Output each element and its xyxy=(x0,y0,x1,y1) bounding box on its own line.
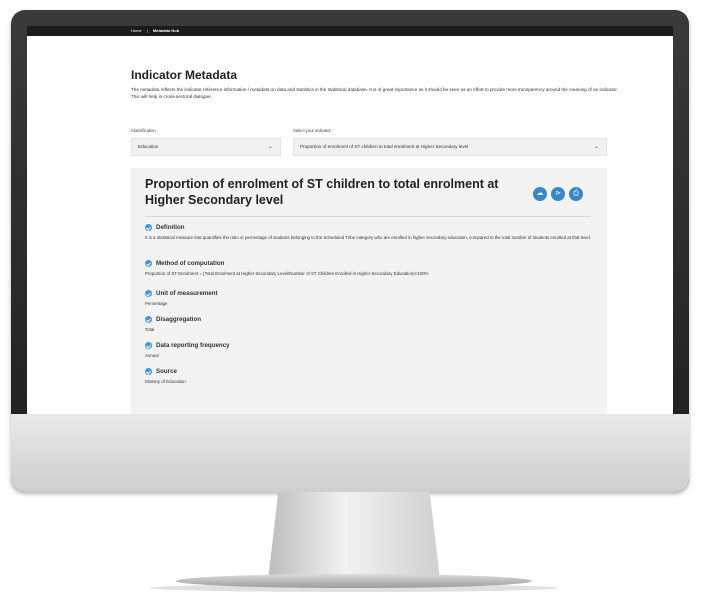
breadcrumb: Home | Metadata Hub xyxy=(131,26,183,36)
monitor-stand xyxy=(268,492,440,580)
breadcrumb-current: Metadata Hub xyxy=(152,28,180,33)
indicator-select[interactable]: Proportion of enrolment of ST children t… xyxy=(293,138,607,156)
screen: Home | Metadata Hub Indicator Metadata T… xyxy=(27,26,673,414)
divider xyxy=(145,216,591,217)
unit-text: Percentage xyxy=(145,301,168,306)
classification-label: Classification xyxy=(131,128,156,133)
disaggregation-heading: Disaggregation xyxy=(156,316,202,323)
chevron-down-icon: ⌄ xyxy=(593,144,599,150)
method-text: Proportion of ST Enrolment = (Total Enro… xyxy=(145,271,429,276)
chevron-down-icon: ⌄ xyxy=(267,144,273,150)
method-section: Method of computation Proportion of ST E… xyxy=(145,260,591,277)
page-title: Indicator Metadata xyxy=(131,68,238,82)
monitor: Home | Metadata Hub Indicator Metadata T… xyxy=(11,10,689,492)
check-circle-icon xyxy=(145,224,152,231)
source-text: Ministry of Education xyxy=(145,379,186,384)
breadcrumb-home[interactable]: Home xyxy=(131,28,142,33)
frequency-heading: Data reporting frequency xyxy=(156,342,230,349)
check-circle-icon xyxy=(145,290,152,297)
definition-text: It is a statistical measure that quantif… xyxy=(145,235,591,240)
disaggregation-text: Total xyxy=(145,327,155,332)
unit-section: Unit of measurement Percentage xyxy=(145,290,591,307)
classification-value: Education xyxy=(138,144,159,149)
check-circle-icon xyxy=(145,342,152,349)
breadcrumb-separator: | xyxy=(146,28,148,33)
indicator-panel: Proportion of enrolment of ST children t… xyxy=(131,168,607,414)
check-circle-icon xyxy=(145,260,152,267)
top-nav-bar: Home | Metadata Hub xyxy=(27,26,673,36)
source-heading: Source xyxy=(156,368,177,375)
unit-heading: Unit of measurement xyxy=(156,290,218,297)
frequency-section: Data reporting frequency Annual xyxy=(145,342,591,359)
monitor-chin xyxy=(11,414,689,492)
source-section: Source Ministry of Education xyxy=(145,368,591,385)
indicator-title: Proportion of enrolment of ST children t… xyxy=(145,177,499,207)
method-heading: Method of computation xyxy=(156,260,225,267)
check-circle-icon xyxy=(145,368,152,375)
cloud-download-icon[interactable]: ☁ xyxy=(533,187,547,201)
monitor-base xyxy=(176,574,532,588)
disaggregation-section: Disaggregation Total xyxy=(145,316,591,333)
check-circle-icon xyxy=(145,316,152,323)
share-icon[interactable]: ⋗ xyxy=(551,187,565,201)
page-intro: The metadata reflects the indicator refe… xyxy=(131,87,618,99)
definition-section: Definition It is a statistical measure t… xyxy=(145,224,591,241)
indicator-select-label: Select your indicator xyxy=(293,128,331,133)
indicator-select-value: Proportion of enrolment of ST children t… xyxy=(300,144,469,149)
print-icon[interactable]: ⎙ xyxy=(569,187,583,201)
classification-select[interactable]: Education ⌄ xyxy=(131,138,281,156)
definition-heading: Definition xyxy=(156,224,185,231)
frequency-text: Annual xyxy=(145,353,159,358)
